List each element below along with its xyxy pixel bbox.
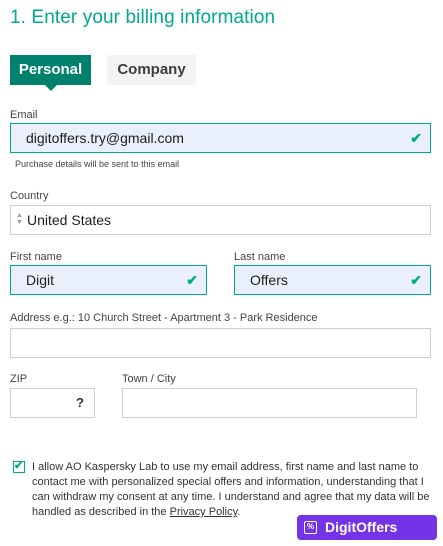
last-name-label: Last name xyxy=(234,251,286,263)
watermark-text: DigitOffers xyxy=(325,519,398,535)
zip-field[interactable]: ? xyxy=(10,388,95,418)
tab-personal-label: Personal xyxy=(18,61,83,78)
address-label: Address e.g.: 10 Church Street - Apartme… xyxy=(10,312,318,324)
digitoffers-logo: % DigitOffers xyxy=(297,515,437,540)
tab-company-label: Company xyxy=(117,61,186,78)
email-label: Email xyxy=(10,109,38,121)
first-name-field[interactable]: Digit ✔ xyxy=(10,265,207,295)
checkmark-icon: ✔ xyxy=(14,460,24,472)
check-icon: ✔ xyxy=(410,130,422,146)
privacy-policy-link[interactable]: Privacy Policy xyxy=(170,506,238,518)
check-icon: ✔ xyxy=(410,272,422,288)
tab-company[interactable]: Company xyxy=(107,55,196,85)
email-value: digitoffers.try@gmail.com xyxy=(26,130,184,146)
percent-icon: % xyxy=(304,521,317,534)
country-value: United States xyxy=(27,212,112,228)
tab-personal[interactable]: Personal xyxy=(10,55,91,91)
last-name-value: Offers xyxy=(250,272,288,288)
consent-text: I allow AO Kaspersky Lab to use my email… xyxy=(32,460,432,520)
consent-end: . xyxy=(237,506,241,518)
consent-checkbox[interactable]: ✔ xyxy=(13,460,25,473)
country-label: Country xyxy=(10,190,49,202)
first-name-value: Digit xyxy=(26,272,55,288)
last-name-field[interactable]: Offers ✔ xyxy=(234,265,431,295)
city-label: Town / City xyxy=(122,373,176,385)
first-name-label: First name xyxy=(10,251,62,263)
help-icon[interactable]: ? xyxy=(76,389,84,417)
tab-active-indicator xyxy=(44,85,57,91)
zip-label: ZIP xyxy=(10,373,28,385)
country-select[interactable]: ▲ ▼ United States xyxy=(10,205,431,235)
email-field[interactable]: digitoffers.try@gmail.com ✔ xyxy=(10,123,431,153)
email-hint: Purchase details will be sent to this em… xyxy=(15,159,180,169)
address-field[interactable] xyxy=(10,328,431,358)
check-icon: ✔ xyxy=(186,272,198,288)
city-field[interactable] xyxy=(122,388,417,418)
page-title: 1. Enter your billing information xyxy=(10,7,276,28)
select-arrows-icon: ▲ ▼ xyxy=(16,212,23,226)
